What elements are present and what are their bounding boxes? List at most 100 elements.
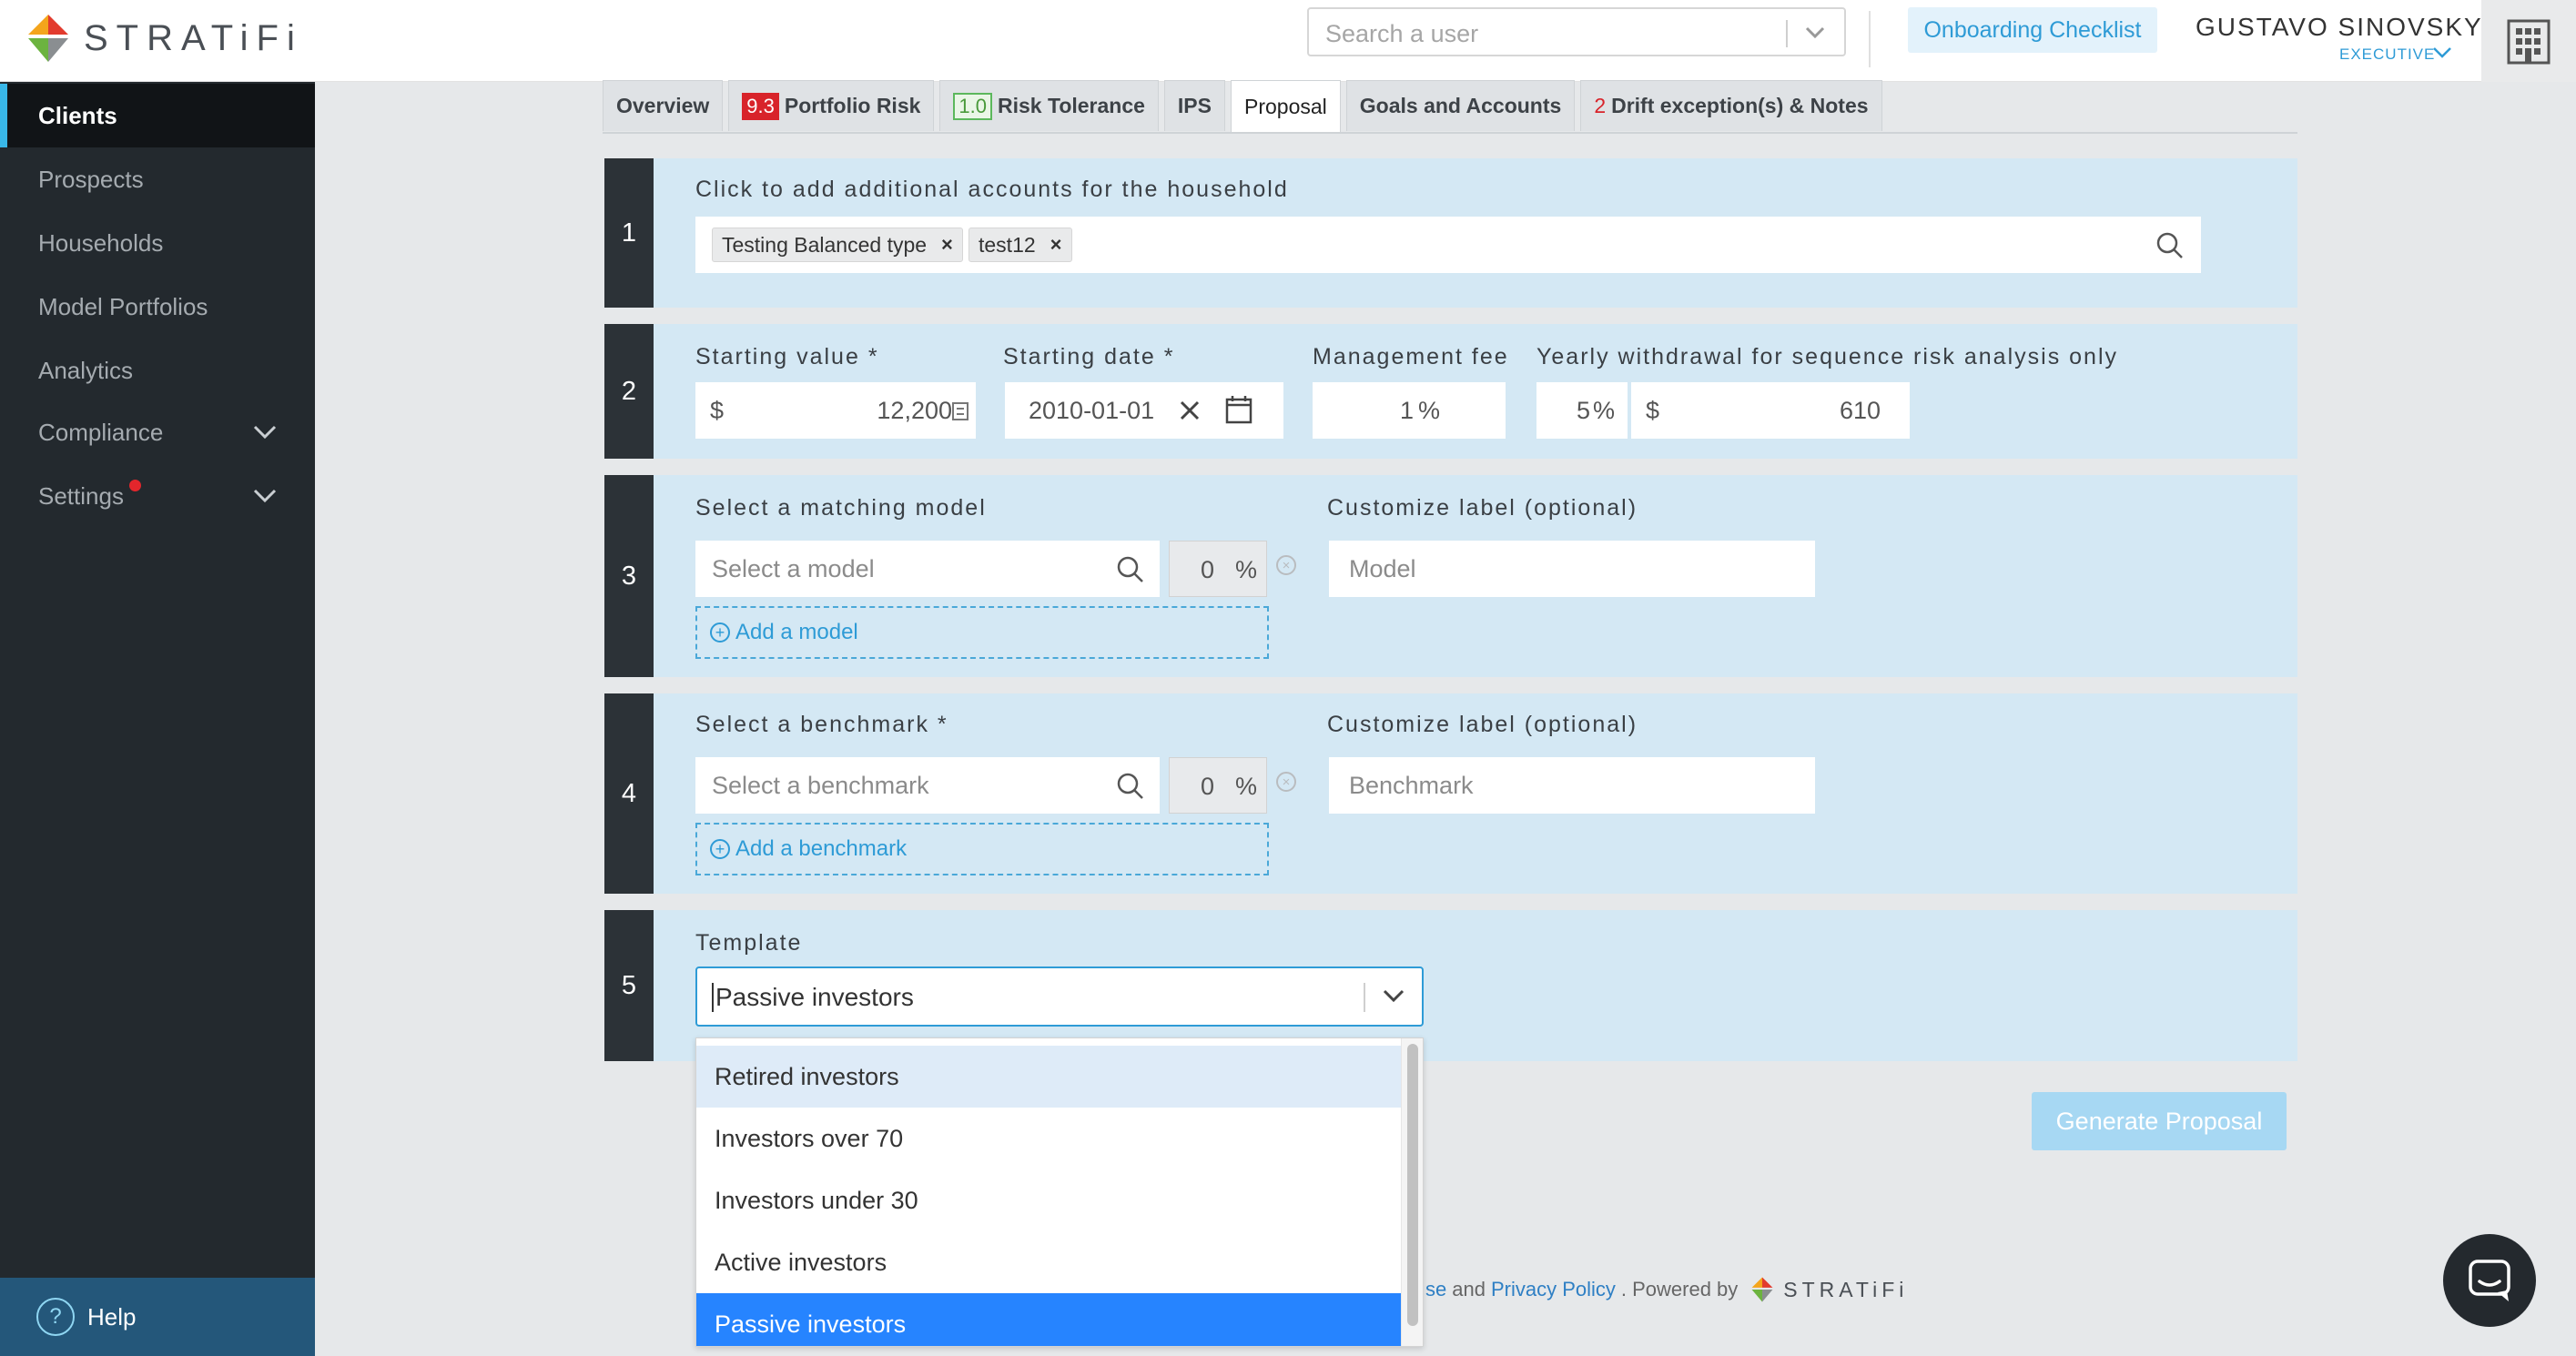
search-icon[interactable] [2155,231,2185,260]
tab-label: Risk Tolerance [998,94,1145,117]
remove-benchmark-icon[interactable]: × [1276,772,1296,792]
tab-risk-tolerance[interactable]: 1.0 Risk Tolerance [939,80,1159,131]
model-custom-placeholder: Model [1349,555,1416,582]
scrollbar-thumb[interactable] [1407,1044,1418,1326]
withdrawal-amount-input[interactable]: $ 610 [1631,382,1910,439]
tab-goals-and-accounts[interactable]: Goals and Accounts [1345,80,1576,131]
footer-powered-by: . Powered by [1620,1278,1739,1300]
sidebar-item-clients[interactable]: Clients [0,84,315,147]
starting-date: 2010-01-01 [1029,397,1155,424]
template-option[interactable]: Retired investors [696,1046,1401,1108]
tolerance-score-badge: 1.0 [953,92,992,120]
benchmark-custom-label-input[interactable]: Benchmark [1329,757,1815,814]
sidebar-item-households[interactable]: Households [0,211,315,275]
management-fee-label: Management fee [1313,344,1509,369]
tab-proposal[interactable]: Proposal [1231,80,1341,133]
spinner-icon[interactable] [952,402,969,420]
account-tag: test12 × [969,228,1072,262]
help-button[interactable]: ? Help [0,1278,315,1356]
sidebar-item-model-portfolios[interactable]: Model Portfolios [0,275,315,339]
generate-proposal-button[interactable]: Generate Proposal [2032,1092,2287,1150]
user-role[interactable]: EXECUTIVE [2339,46,2435,64]
user-search-input[interactable]: Search a user [1307,7,1846,56]
step-number: 4 [604,693,654,894]
withdrawal-amount: 610 [1839,397,1881,424]
accounts-select[interactable]: Testing Balanced type × test12 × [695,217,2201,273]
step-number: 3 [604,475,654,677]
sidebar-item-prospects[interactable]: Prospects [0,147,315,211]
footer: se and Privacy Policy . Powered by STRAT… [1420,1276,1908,1303]
accounts-label: Click to add additional accounts for the… [695,177,1289,202]
starting-date-input[interactable]: 2010-01-01 [1005,382,1283,439]
template-select[interactable]: Passive investors [695,966,1424,1027]
tab-overview[interactable]: Overview [603,80,724,131]
tab-drift-exceptions[interactable]: 2 Drift exception(s) & Notes [1580,80,1882,131]
notification-dot [128,479,141,491]
drift-count: 2 [1594,94,1607,117]
benchmark-select[interactable]: Select a benchmark [695,757,1160,814]
management-fee-input[interactable]: 1 % [1313,382,1506,439]
chevron-down-icon[interactable] [2432,46,2452,60]
user-name[interactable]: GUSTAVO SINOVSKY [2196,13,2483,42]
logo[interactable]: STRATiFi [25,11,303,66]
starting-value-input[interactable]: $ 12,200 [695,382,976,439]
company-button[interactable] [2481,0,2576,82]
template-option[interactable]: Investors over 70 [696,1108,1401,1169]
chevron-down-icon[interactable] [1804,24,1826,42]
benchmark-weight-input[interactable]: 0 % [1169,757,1267,814]
search-icon[interactable] [1116,772,1145,801]
withdrawal-label: Yearly withdrawal for sequence risk anal… [1536,344,2119,369]
dropdown-scrollbar[interactable] [1401,1038,1423,1346]
search-icon[interactable] [1116,555,1145,584]
calendar-icon[interactable] [1225,395,1253,424]
tab-label: Drift exception(s) & Notes [1611,94,1869,117]
sidebar-item-compliance[interactable]: Compliance [0,400,315,464]
chat-icon [2469,1260,2510,1301]
question-icon: ? [36,1298,75,1336]
sidebar: Clients Prospects Households Model Portf… [0,82,315,1356]
add-benchmark-button[interactable]: + Add a benchmark [695,823,1269,875]
remove-tag-icon[interactable]: × [1050,233,1062,257]
chevron-down-icon[interactable] [1382,987,1405,1005]
privacy-policy-link[interactable]: Privacy Policy [1491,1278,1616,1301]
withdrawal-percent-input[interactable]: 5 % [1536,382,1628,439]
stratifi-logo-icon [1751,1277,1773,1302]
search-separator [1786,20,1788,47]
sidebar-item-settings[interactable]: Settings [0,464,315,528]
plus-icon: + [710,839,730,859]
template-option[interactable]: Investors under 30 [696,1169,1401,1231]
template-option-selected[interactable]: Passive investors [696,1293,1401,1346]
footer-brand: STRATiFi [1783,1277,1909,1301]
remove-model-icon[interactable]: × [1276,555,1296,575]
benchmark-custom-placeholder: Benchmark [1349,772,1474,799]
tab-ips[interactable]: IPS [1163,80,1225,131]
tab-portfolio-risk[interactable]: 9.3 Portfolio Risk [728,80,935,131]
step-model: 3 Select a matching model Select a model… [604,475,2297,677]
sidebar-item-label: Households [38,228,164,257]
model-custom-label-input[interactable]: Model [1329,541,1815,597]
add-model-label: Add a model [735,620,858,644]
tab-label: IPS [1177,94,1212,117]
percent-symbol: % [1418,397,1441,424]
sidebar-item-label: Analytics [38,356,134,384]
header-divider [1869,11,1871,67]
onboarding-checklist-button[interactable]: Onboarding Checklist [1908,7,2157,53]
add-model-button[interactable]: + Add a model [695,606,1269,659]
remove-tag-icon[interactable]: × [941,233,953,257]
clear-icon[interactable] [1178,399,1202,422]
tab-label: Overview [616,94,710,117]
model-weight-input[interactable]: 0 % [1169,541,1267,597]
client-tabs: Overview 9.3 Portfolio Risk 1.0 Risk Toler… [603,80,1888,133]
model-select[interactable]: Select a model [695,541,1160,597]
sidebar-item-label: Settings [38,481,124,510]
select-separator [1364,983,1365,1012]
benchmark-placeholder: Select a benchmark [712,772,929,799]
chat-launcher-button[interactable] [2443,1234,2536,1327]
sidebar-item-analytics[interactable]: Analytics [0,339,315,402]
template-label: Template [695,930,803,956]
sidebar-item-label: Model Portfolios [38,292,208,320]
terms-link-fragment[interactable]: se [1425,1278,1446,1301]
template-option[interactable]: Active investors [696,1231,1401,1293]
model-custom-label: Customize label (optional) [1327,495,1638,521]
step-values: 2 Starting value * $ 12,200 Starting dat… [604,324,2297,459]
